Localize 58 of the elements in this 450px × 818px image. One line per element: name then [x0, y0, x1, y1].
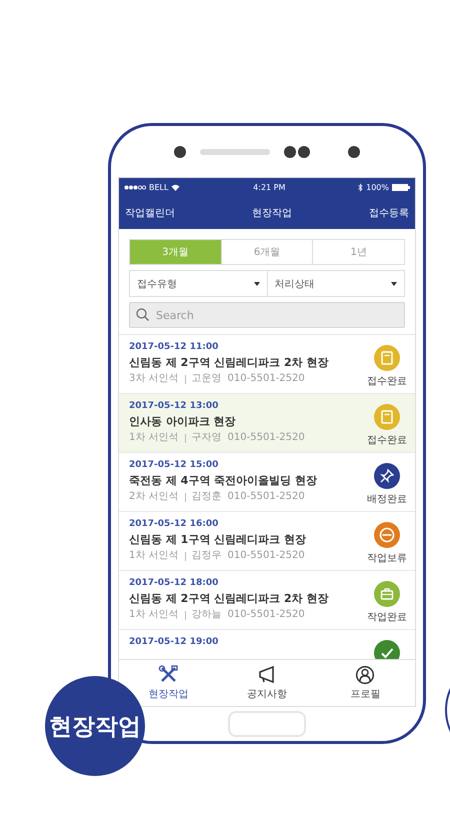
status-time: 4:21 PM: [253, 182, 286, 192]
calendar-link[interactable]: 작업캘린더: [125, 206, 175, 220]
job-row[interactable]: 2017-05-12 15:00 죽전동 제 4구역 죽전아이올빌딩 현장 2차 서인석 김정훈 010-5501-2520 배정완료: [119, 453, 415, 512]
job-worker: 김정훈: [192, 490, 222, 504]
job-row[interactable]: 2017-05-12 13:00 인사동 아이파크 현장 1차 서인석 구자영 010-5501-2520 접수완료: [119, 394, 415, 453]
carrier-name: BELL: [149, 182, 168, 192]
status-label: 접수완료: [367, 434, 407, 447]
job-worker: 고운영: [192, 372, 222, 386]
signal-icon: [124, 184, 146, 190]
battery-percent: 100%: [366, 182, 389, 192]
camera-icon: [174, 146, 186, 158]
status-label: 작업보류: [367, 552, 407, 565]
job-stage: 2차 서인석: [129, 490, 179, 504]
status-label: 접수완료: [367, 375, 407, 388]
job-phone: 010-5501-2520: [228, 431, 305, 445]
battery-icon: [392, 184, 410, 190]
job-stage: 1차 서인석: [129, 608, 179, 622]
job-row[interactable]: 2017-05-12 18:00 신림동 제 2구역 신림레디파크 2차 현장 1차 서인석 강하늘 010-5501-2520 작업완료: [119, 571, 415, 630]
job-title: 신림동 제 2구역 신림레디파크 2차 현장: [129, 355, 328, 371]
profile-icon: [355, 665, 376, 685]
job-date: 2017-05-12 11:00: [129, 341, 220, 354]
job-worker: 강하늘: [192, 608, 222, 622]
status-label: 배정완료: [367, 493, 407, 506]
speaker-icon: [200, 148, 270, 154]
job-stage: 1차 서인석: [129, 549, 179, 563]
job-date: 2017-05-12 13:00: [129, 400, 220, 413]
tab-bar-item[interactable]: 프로필: [350, 665, 381, 701]
job-phone: 010-5501-2520: [228, 372, 305, 386]
job-date: 2017-05-12 18:00: [129, 577, 220, 590]
job-worker: 김정우: [192, 549, 222, 563]
job-title: 죽전동 제 4구역 죽전아이올빌딩 현장: [129, 473, 317, 489]
screen-title: 현장작업: [252, 206, 292, 220]
wifi-icon: [171, 184, 180, 190]
bluetooth-icon: [358, 182, 364, 192]
section-badge: 현장작업: [45, 676, 145, 776]
job-stage: 3차 서인석: [129, 372, 179, 386]
register-link[interactable]: 접수등록: [369, 206, 409, 220]
tab-bar-item[interactable]: 공지사항: [247, 665, 287, 701]
job-stage: 1차 서인석: [129, 431, 179, 445]
job-date: 2017-05-12 16:00: [129, 518, 220, 531]
camera-icon: [348, 146, 360, 158]
caret-icon: [254, 282, 260, 286]
job-phone: 010-5501-2520: [228, 549, 305, 563]
job-date: 2017-05-12 19:00: [129, 636, 218, 649]
job-phone: 010-5501-2520: [228, 490, 305, 504]
home-button[interactable]: [228, 711, 306, 737]
caret-icon: [391, 282, 397, 286]
job-title: 인사동 아이파크 현장: [129, 414, 237, 430]
job-date: 2017-05-12 15:00: [129, 459, 220, 472]
job-title: 신림동 제 1구역 신림레디파크 현장: [129, 532, 306, 548]
search-field[interactable]: Search: [129, 302, 405, 328]
job-title: 신림동 제 2구역 신림레디파크 2차 현장: [129, 591, 328, 607]
job-row[interactable]: 2017-05-12 16:00 신림동 제 1구역 신림레디파크 현장 1차 서인석 김정우 010-5501-2520 작업보류: [119, 512, 415, 571]
job-phone: 010-5501-2520: [228, 608, 305, 622]
tab-bar-item[interactable]: 현장작업: [148, 665, 188, 701]
status-label: 작업완료: [367, 611, 407, 624]
job-worker: 구자영: [192, 431, 222, 445]
sensor-icon: [284, 146, 310, 158]
